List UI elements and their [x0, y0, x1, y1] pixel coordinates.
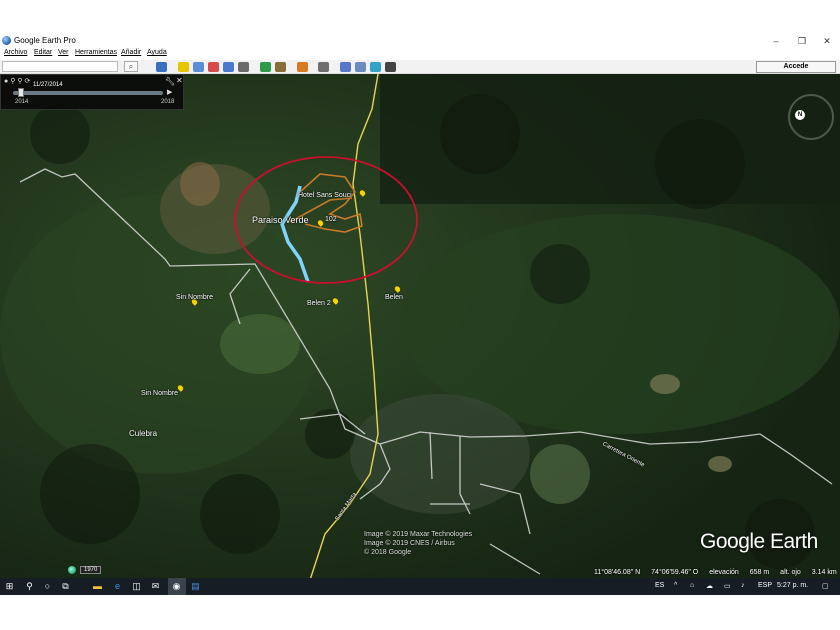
window-title: Google Earth Pro	[14, 36, 76, 45]
elevation-value: 658 m	[749, 569, 770, 576]
word-icon[interactable]: ▤	[190, 581, 201, 592]
credit-line-2: Image © 2019 CNES / Airbus	[364, 540, 455, 547]
file-explorer-icon[interactable]: ▬	[92, 581, 103, 592]
path-icon[interactable]	[208, 62, 219, 72]
minimize-button[interactable]: –	[764, 34, 788, 48]
imagery-year[interactable]: 1970	[80, 566, 102, 574]
google-earth-window: Google Earth Pro – ❐ ✕ Archivo Editar Ve…	[0, 34, 840, 595]
credit-line-1: Image © 2019 Maxar Technologies	[364, 531, 473, 538]
network-icon[interactable]: ⌂	[690, 582, 694, 589]
cortana-icon[interactable]: ○	[42, 581, 53, 592]
time-slider-track[interactable]	[13, 91, 163, 95]
image-overlay-icon[interactable]	[223, 62, 234, 72]
elevation-label: elevación	[709, 569, 739, 576]
ruler-icon[interactable]	[318, 62, 329, 72]
toolbar: ⌕ Accede	[0, 60, 840, 74]
volume-icon[interactable]: ♪	[741, 582, 745, 589]
signin-button[interactable]: Accede	[756, 61, 836, 73]
google-earth-logo: Google Earth	[700, 530, 818, 553]
time-slider-zoom-icons[interactable]: ●⚲⚲⟳	[4, 77, 32, 85]
place-label-paraiso[interactable]: Paraiso Verde	[252, 215, 309, 225]
task-view-icon[interactable]: ⧉	[60, 581, 71, 592]
place-label-belen2[interactable]: Belen 2	[307, 300, 331, 307]
title-bar: Google Earth Pro – ❐ ✕	[0, 34, 840, 48]
time-slider-start-year: 2014	[15, 99, 29, 105]
wrench-icon[interactable]: 🔧︎	[165, 77, 175, 86]
place-label-hotel[interactable]: Hotel Sans Souci	[298, 192, 352, 199]
eye-altitude-label: alt. ojo	[780, 569, 801, 576]
onedrive-icon[interactable]: ☁	[706, 582, 713, 590]
save-image-icon[interactable]	[370, 62, 381, 72]
sidebar-toggle-icon[interactable]	[156, 62, 167, 72]
time-slider-knob[interactable]	[17, 88, 24, 97]
time-slider-panel[interactable]: ●⚲⚲⟳ 11/27/2014 2014 2018 🔧︎ ✕ ▶	[0, 74, 184, 110]
planets-icon[interactable]	[297, 62, 308, 72]
email-icon[interactable]	[340, 62, 351, 72]
language-indicator[interactable]: ES	[655, 582, 664, 589]
windows-start-icon[interactable]: ⊞	[4, 581, 15, 592]
place-label-sin-nombre-1[interactable]: Sin Nombre	[176, 294, 213, 301]
status-readout: 11°08'46.08" N 74°06'59.46" O elevación …	[594, 569, 840, 576]
place-label-102[interactable]: 102	[325, 216, 337, 223]
menu-editar[interactable]: Editar	[34, 49, 52, 56]
placemark-icon[interactable]	[178, 62, 189, 72]
record-tour-icon[interactable]	[238, 62, 249, 72]
edge-icon[interactable]: e	[112, 581, 123, 592]
menu-ver[interactable]: Ver	[58, 49, 69, 56]
keyboard-layout-indicator[interactable]: ESP	[758, 582, 772, 589]
place-label-culebra[interactable]: Culebra	[129, 429, 157, 438]
close-icon[interactable]: ✕	[176, 76, 183, 85]
navigation-compass[interactable]: N	[788, 94, 834, 140]
imagery-credits: Image © 2019 Maxar Technologies Image © …	[364, 530, 472, 557]
google-earth-app-icon	[2, 36, 11, 45]
store-icon[interactable]: ◫	[131, 581, 142, 592]
menu-bar: Archivo Editar Ver Herramientas Añadir A…	[0, 48, 840, 60]
historical-imagery-status-icon[interactable]	[68, 566, 76, 574]
polygon-icon[interactable]	[193, 62, 204, 72]
view-in-maps-icon[interactable]	[385, 62, 396, 72]
time-slider-date: 11/27/2014	[33, 82, 63, 88]
windows-taskbar: ⊞ ⚲ ○ ⧉ ▬ e ◫ ✉ ◉ ▤ ES ^ ⌂ ☁ ▭ ♪ ESP 5:2…	[0, 578, 840, 595]
menu-archivo[interactable]: Archivo	[4, 49, 27, 56]
place-label-belen[interactable]: Belen	[385, 294, 403, 301]
mail-icon[interactable]: ✉	[150, 581, 161, 592]
time-slider-end-year: 2018	[161, 99, 175, 105]
place-label-sin-nombre-2[interactable]: Sin Nombre	[141, 390, 178, 397]
google-earth-taskbar-icon[interactable]: ◉	[171, 581, 182, 592]
maximize-button[interactable]: ❐	[790, 34, 814, 48]
search-icon[interactable]: ⚲	[24, 581, 35, 592]
historical-imagery-icon[interactable]	[260, 62, 271, 72]
notifications-icon[interactable]: ▢	[822, 582, 829, 590]
taskbar-clock[interactable]: 5:27 p. m.	[777, 582, 808, 589]
search-button[interactable]: ⌕	[124, 61, 138, 72]
longitude-readout: 74°06'59.46" O	[651, 569, 699, 576]
menu-ayuda[interactable]: Ayuda	[147, 49, 167, 56]
close-button[interactable]: ✕	[815, 34, 839, 48]
latitude-readout: 11°08'46.08" N	[594, 569, 641, 576]
compass-north-icon[interactable]: N	[795, 110, 805, 120]
battery-icon[interactable]: ▭	[724, 582, 731, 590]
credit-line-3: © 2018 Google	[364, 549, 412, 556]
tray-chevron-icon[interactable]: ^	[674, 582, 677, 589]
print-icon[interactable]	[355, 62, 366, 72]
menu-herramientas[interactable]: Herramientas	[75, 49, 117, 56]
search-input[interactable]	[2, 61, 118, 72]
earth-map-view[interactable]: ●⚲⚲⟳ 11/27/2014 2014 2018 🔧︎ ✕ ▶ N Hotel…	[0, 74, 840, 580]
menu-anadir[interactable]: Añadir	[121, 49, 141, 56]
play-icon[interactable]: ▶	[167, 88, 172, 96]
eye-altitude-value: 3.14 km	[811, 569, 837, 576]
sunlight-icon[interactable]	[275, 62, 286, 72]
satellite-imagery	[0, 74, 840, 580]
